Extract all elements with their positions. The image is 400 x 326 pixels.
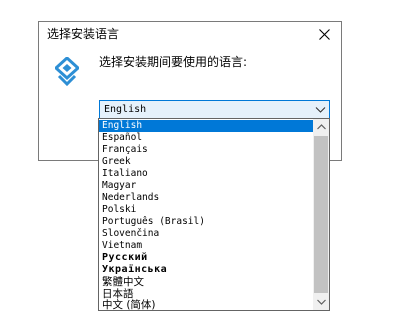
list-item[interactable]: Greek xyxy=(99,156,313,168)
list-item[interactable]: Українська xyxy=(99,264,313,276)
language-select[interactable]: English xyxy=(99,100,330,119)
list-item[interactable]: Italiano xyxy=(99,168,313,180)
list-item[interactable]: 繁體中文 xyxy=(99,276,313,288)
language-list: English Español Français Greek Italiano … xyxy=(99,119,313,310)
list-item[interactable]: Français xyxy=(99,144,313,156)
scroll-up-button[interactable] xyxy=(313,119,329,135)
scrollbar-thumb[interactable] xyxy=(314,136,328,293)
prompt-label: 选择安装期间要使用的语言: xyxy=(99,55,248,69)
chevron-down-icon xyxy=(316,299,326,305)
chevron-down-icon xyxy=(315,107,326,113)
language-dropdown-list: English Español Français Greek Italiano … xyxy=(98,118,330,311)
list-item[interactable]: Slovenčina xyxy=(99,228,313,240)
language-select-value: English xyxy=(104,104,147,115)
scroll-down-button[interactable] xyxy=(313,294,329,310)
close-icon xyxy=(318,28,330,40)
window-title: 选择安装语言 xyxy=(47,27,120,41)
list-item[interactable]: Polski xyxy=(99,204,313,216)
list-item[interactable]: Português (Brasil) xyxy=(99,216,313,228)
installer-logo-icon xyxy=(55,57,79,87)
close-button[interactable] xyxy=(307,22,341,46)
list-scrollbar[interactable] xyxy=(313,119,329,310)
list-item[interactable]: Русский xyxy=(99,252,313,264)
chevron-up-icon xyxy=(316,124,326,130)
list-item[interactable]: Magyar xyxy=(99,180,313,192)
list-item[interactable]: Español xyxy=(99,132,313,144)
list-item[interactable]: English xyxy=(99,120,313,132)
list-item[interactable]: 中文 (简体) xyxy=(99,299,313,310)
list-item[interactable]: Vietnam xyxy=(99,240,313,252)
list-item[interactable]: Nederlands xyxy=(99,192,313,204)
title-bar: 选择安装语言 xyxy=(39,22,341,46)
